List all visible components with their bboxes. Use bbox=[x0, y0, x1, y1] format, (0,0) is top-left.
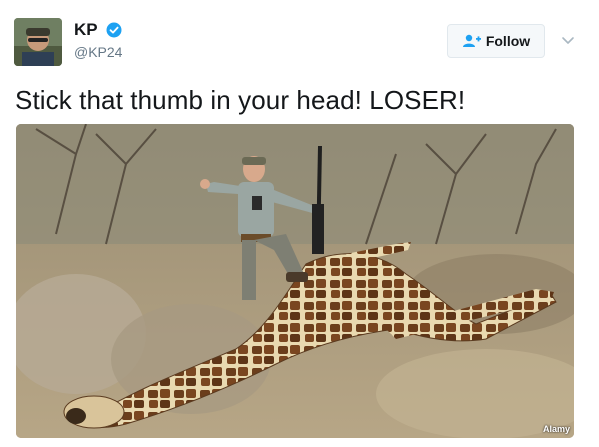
verified-badge-icon bbox=[106, 22, 122, 38]
tweet-header: KP @KP24 Follow bbox=[0, 0, 599, 80]
follow-person-plus-icon bbox=[462, 34, 482, 48]
author-names: KP @KP24 bbox=[74, 20, 122, 60]
avatar[interactable] bbox=[14, 18, 62, 66]
photo-watermark: Alamy bbox=[542, 424, 570, 434]
handle[interactable]: @KP24 bbox=[74, 44, 122, 60]
tweet-text: Stick that thumb in your head! LOSER! bbox=[15, 85, 466, 115]
chevron-down-icon[interactable] bbox=[560, 32, 576, 48]
display-name[interactable]: KP bbox=[74, 20, 98, 40]
follow-label: Follow bbox=[485, 33, 531, 49]
follow-button[interactable]: Follow bbox=[447, 24, 545, 58]
tweet-photo[interactable]: Alamy bbox=[16, 124, 574, 438]
